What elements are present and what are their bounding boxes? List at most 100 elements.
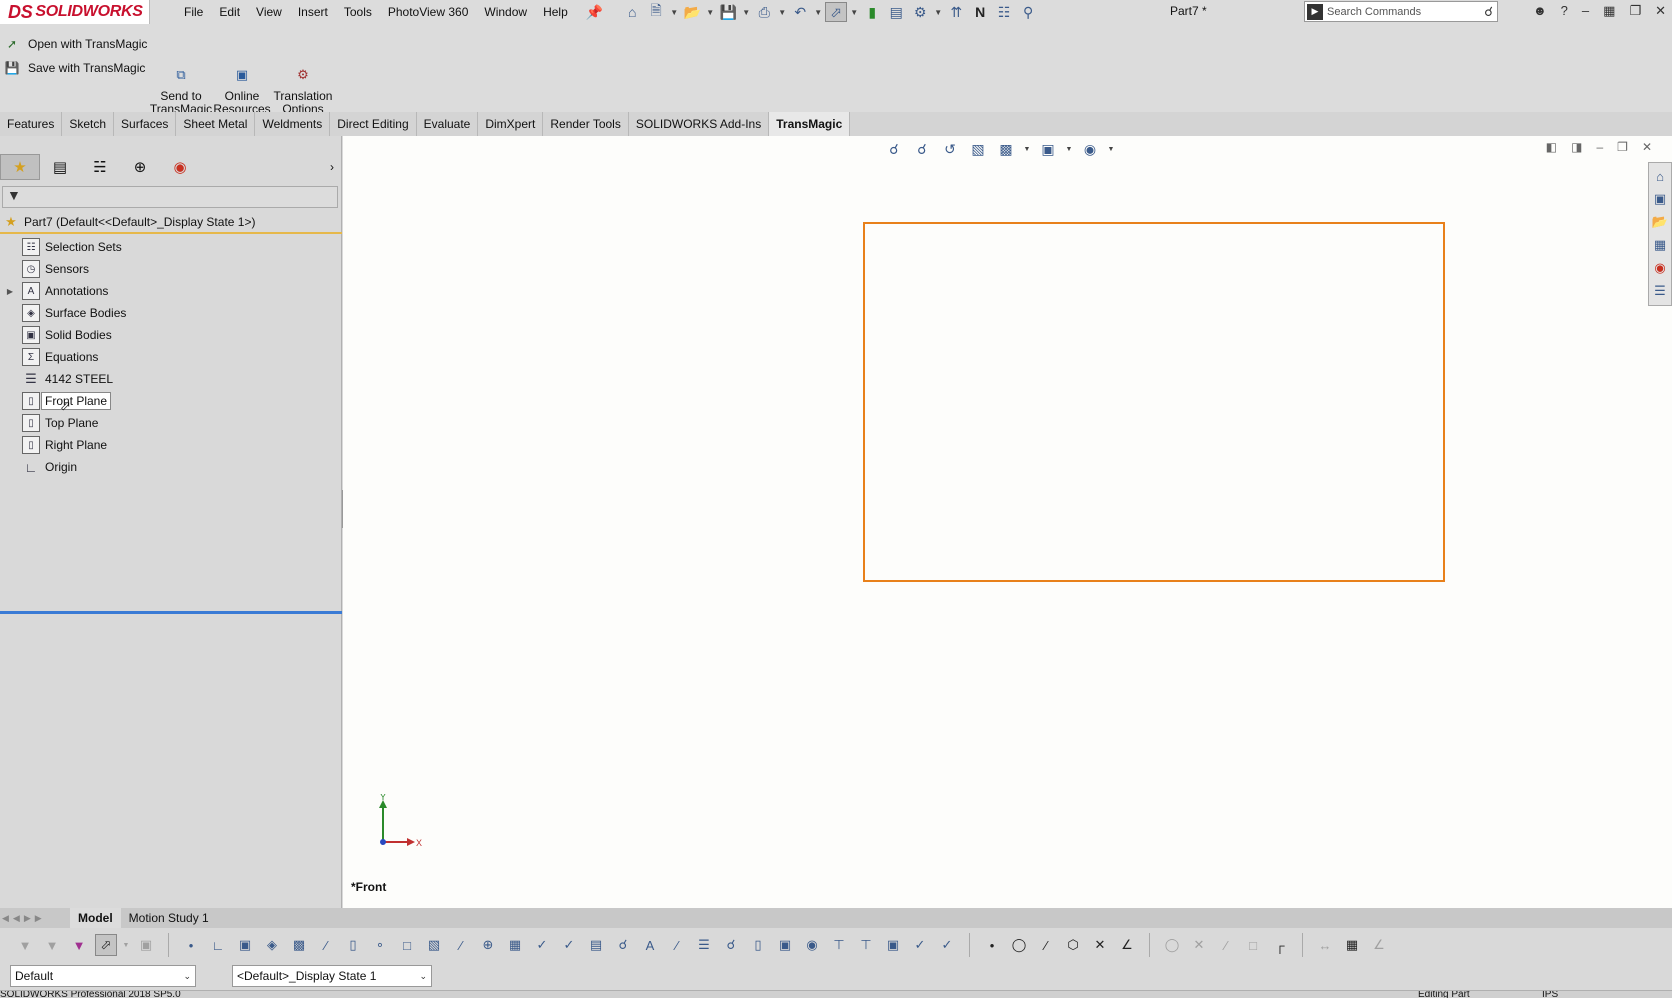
filter-connection-points-icon[interactable]: ▣	[774, 934, 796, 956]
tree-item-right-plane[interactable]: ▯ Right Plane	[0, 434, 342, 456]
filter-toggle-icon[interactable]: ▼	[14, 934, 36, 956]
save-dropdown-icon[interactable]: ▼	[741, 2, 751, 22]
search-icon[interactable]: ☌	[1484, 4, 1493, 20]
tree-item-equations[interactable]: Σ Equations	[0, 346, 342, 368]
sketch-circle-icon[interactable]: ◯	[1008, 934, 1030, 956]
tree-item-selection-sets[interactable]: ☷ Selection Sets	[0, 236, 342, 258]
menu-help[interactable]: Help	[535, 1, 576, 23]
view-orientation-icon[interactable]: ▩	[995, 138, 1017, 160]
sketch-trim-icon[interactable]: ✕	[1089, 934, 1111, 956]
custom-properties-icon[interactable]: ☰	[1651, 281, 1669, 301]
tree-item-annotations[interactable]: ▶ A Annotations	[0, 280, 342, 302]
hide-show-dropdown-icon[interactable]: ▼	[1107, 138, 1115, 160]
previous-view-icon[interactable]: ↺	[939, 138, 961, 160]
display-style-icon[interactable]: ▣	[1037, 138, 1059, 160]
filter-faces-icon[interactable]: ▣	[234, 934, 256, 956]
viewport-minimize-icon[interactable]: –	[1596, 140, 1603, 154]
filter-cosmetic-threads-icon[interactable]: ☰	[693, 934, 715, 956]
search-commands[interactable]: ▶ Search Commands ☌	[1304, 1, 1498, 22]
tab-sketch[interactable]: Sketch	[62, 112, 115, 136]
units-status[interactable]: IPS	[1542, 991, 1558, 998]
sketch-corner-icon[interactable]: ┌	[1269, 934, 1291, 956]
tab-direct-editing[interactable]: Direct Editing	[330, 112, 417, 136]
solidworks-resources-icon[interactable]: ⌂	[1651, 166, 1669, 186]
online-resources-button[interactable]: ▣ Online Resources	[207, 68, 277, 116]
rollback-bar[interactable]	[0, 611, 342, 614]
viewport-restore-icon[interactable]: ❐	[1617, 140, 1628, 154]
property-manager-icon[interactable]: ▤	[40, 154, 80, 180]
undo-icon[interactable]: ↶	[789, 2, 811, 22]
new-document-icon[interactable]: 🗎	[645, 2, 667, 22]
configuration-manager-icon[interactable]: ☵	[80, 154, 120, 180]
file-properties-icon[interactable]: ▤	[885, 2, 907, 22]
filter-geometric-tolerance-icon[interactable]: ✓	[558, 934, 580, 956]
grid-icon[interactable]: ▦	[1341, 934, 1363, 956]
filter-mate-reference-icon[interactable]: ✓	[936, 934, 958, 956]
filter-surface-finish-icon[interactable]: ✓	[531, 934, 553, 956]
menu-window[interactable]: Window	[476, 1, 535, 23]
display-manager-icon[interactable]: ◉	[160, 154, 200, 180]
viewport-split-left-icon[interactable]: ◧	[1546, 140, 1557, 154]
menu-photoview[interactable]: PhotoView 360	[380, 1, 477, 23]
tree-item-origin[interactable]: ∟ Origin	[0, 456, 342, 478]
tab-evaluate[interactable]: Evaluate	[417, 112, 479, 136]
filter-edges-icon[interactable]: ∟	[207, 934, 229, 956]
user-icon[interactable]: ☻	[1533, 3, 1547, 19]
options-icon[interactable]: ⚙	[909, 2, 931, 22]
filter-solid-bodies-icon[interactable]: ▩	[288, 934, 310, 956]
graphics-area[interactable]: ☌ ☌ ↺ ▧ ▩ ▼ ▣ ▼ ◉ ▼ ◧ ◨ – ❐ ✕ ⌂ ▣ 📂 ▦ ◉ …	[343, 136, 1672, 908]
sketch-extend-icon[interactable]: ✕	[1188, 934, 1210, 956]
tree-item-solid-bodies[interactable]: ▣ Solid Bodies	[0, 324, 342, 346]
feature-tree-icon[interactable]: ★	[0, 154, 40, 180]
sketch-polygon-icon[interactable]: ⬡	[1062, 934, 1084, 956]
dimxpert-manager-icon[interactable]: ⊕	[120, 154, 160, 180]
tab-motion-study[interactable]: Motion Study 1	[121, 908, 217, 928]
filter-ribbon-icon[interactable]: ▣	[882, 934, 904, 956]
minimize-icon[interactable]: –	[1582, 3, 1589, 19]
options-dropdown-icon[interactable]: ▼	[933, 2, 943, 22]
tool1-icon[interactable]: ⇈	[945, 2, 967, 22]
display-style-dropdown-icon[interactable]: ▼	[1065, 138, 1073, 160]
tool4-icon[interactable]: ⚲	[1017, 2, 1039, 22]
filter-vertices-icon[interactable]: •	[180, 934, 202, 956]
tool2-icon[interactable]: N	[969, 2, 991, 22]
filter-notes-icon[interactable]: ▤	[585, 934, 607, 956]
sketch-offset-icon[interactable]: ∕	[1215, 934, 1237, 956]
tree-item-surface-bodies[interactable]: ◈ Surface Bodies	[0, 302, 342, 324]
filter-blocks-icon[interactable]: ☌	[720, 934, 742, 956]
save-with-transmagic-button[interactable]: 💾 Save with TransMagic	[4, 60, 146, 76]
filter-datum-targets-icon[interactable]: ∕	[666, 934, 688, 956]
tab-dimxpert[interactable]: DimXpert	[478, 112, 544, 136]
filter-axes-icon[interactable]: ∕	[315, 934, 337, 956]
sketch-point-icon[interactable]: •	[981, 934, 1003, 956]
file-explorer-icon[interactable]: 📂	[1651, 212, 1669, 232]
pin-icon[interactable]: 📌	[586, 4, 603, 21]
tree-item-sensors[interactable]: ◷ Sensors	[0, 258, 342, 280]
viewport-split-right-icon[interactable]: ◨	[1571, 140, 1582, 154]
tile-icon[interactable]: ▦	[1603, 3, 1615, 19]
close-icon[interactable]: ✕	[1655, 3, 1666, 19]
filter-dowel-pins-icon[interactable]: ▯	[747, 934, 769, 956]
open-with-transmagic-button[interactable]: ➚ Open with TransMagic	[4, 36, 147, 52]
filter-planes-icon[interactable]: ▯	[342, 934, 364, 956]
save-icon[interactable]: 💾	[717, 2, 739, 22]
expand-arrow-icon[interactable]: ▶	[4, 287, 16, 296]
tab-surfaces[interactable]: Surfaces	[114, 112, 177, 136]
send-to-transmagic-button[interactable]: ⧉ Send to TransMagic	[146, 68, 216, 116]
translation-options-button[interactable]: ⚙ Translation Options	[268, 68, 338, 116]
chevron-right-icon[interactable]: ›	[330, 160, 334, 174]
select-dropdown-icon[interactable]: ▼	[122, 934, 130, 956]
sketch-angle-icon[interactable]: ∠	[1116, 934, 1138, 956]
dimension-icon[interactable]: ↔	[1314, 934, 1336, 956]
select-dropdown-icon[interactable]: ▼	[849, 2, 859, 22]
zoom-to-fit-icon[interactable]: ☌	[883, 138, 905, 160]
display-state-select[interactable]: <Default>_Display State 1 ⌄	[232, 965, 432, 987]
sketch-mirror-icon[interactable]: □	[1242, 934, 1264, 956]
tree-item-top-plane[interactable]: ▯ Top Plane	[0, 412, 342, 434]
appearances-icon[interactable]: ◉	[1651, 258, 1669, 278]
tree-item-front-plane[interactable]: ▯ Front Plane ⬀	[0, 390, 342, 413]
filter-midpoints-icon[interactable]: ▧	[423, 934, 445, 956]
filter-datum-features-icon[interactable]: ☌	[612, 934, 634, 956]
relation-icon[interactable]: ∠	[1368, 934, 1390, 956]
reference-triad[interactable]: Y X	[369, 794, 429, 854]
